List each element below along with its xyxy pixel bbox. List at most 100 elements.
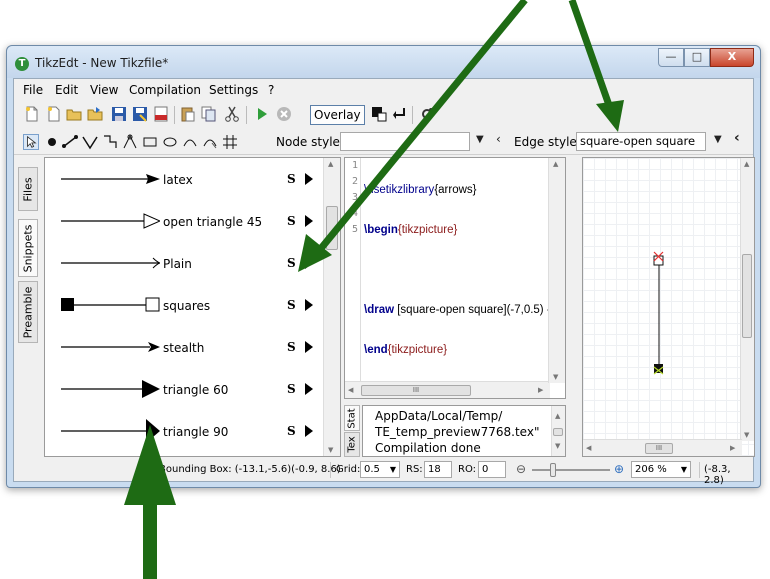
scroll-down-icon[interactable]: ▼ — [553, 373, 558, 381]
snippet-insert-icon[interactable] — [305, 173, 313, 185]
snippet-insert-icon[interactable] — [305, 299, 313, 311]
snippet-style-button[interactable]: S — [287, 424, 296, 438]
grid-select[interactable]: 0.5 ▼ — [360, 461, 400, 478]
node-style-input[interactable] — [340, 132, 470, 151]
snippet-insert-icon[interactable] — [305, 341, 313, 353]
settings-icon[interactable] — [419, 106, 435, 122]
title-bar[interactable]: T TikzEdt - New Tikzfile* — □ X — [7, 46, 760, 78]
snippet-style-button[interactable]: S — [287, 382, 296, 396]
snippet-row[interactable]: stealth S — [45, 326, 321, 368]
edge-style-input[interactable]: square-open square — [576, 132, 706, 151]
return-icon[interactable] — [391, 106, 407, 122]
scrollbar-thumb[interactable] — [326, 206, 338, 250]
export-pdf-icon[interactable] — [153, 106, 169, 122]
snippet-style-button[interactable]: S — [287, 298, 296, 312]
snippets-scrollbar[interactable]: ▲ ▼ — [323, 158, 340, 456]
tab-snippets[interactable]: Snippets — [18, 219, 38, 277]
menu-help[interactable]: ? — [268, 83, 274, 97]
edge-style-dropdown-icon[interactable]: ▼ — [714, 134, 722, 145]
tab-stat[interactable]: Stat — [344, 405, 360, 431]
snippet-row[interactable]: latex S — [45, 158, 321, 200]
new-file-icon[interactable] — [24, 106, 40, 122]
scroll-left-icon[interactable]: ◀ — [586, 444, 591, 452]
scroll-down-icon[interactable]: ▼ — [744, 431, 749, 439]
node-icon[interactable] — [44, 134, 60, 150]
snippet-style-button[interactable]: S — [287, 214, 296, 228]
open-square-end[interactable] — [653, 255, 664, 266]
menu-compilation[interactable]: Compilation — [129, 83, 201, 97]
tab-tex[interactable]: Tex — [344, 432, 360, 457]
zoom-in-icon[interactable]: ⊕ — [614, 462, 624, 476]
scroll-right-icon[interactable]: ▶ — [730, 444, 735, 452]
snippet-insert-icon[interactable] — [305, 257, 313, 269]
scroll-down-icon[interactable]: ▼ — [328, 446, 333, 454]
snippet-row[interactable]: squares S — [45, 284, 321, 326]
zoom-out-icon[interactable]: ⊖ — [516, 462, 526, 476]
editor-horizontal-scrollbar[interactable]: ◀ III ▶ — [345, 381, 550, 398]
menu-view[interactable]: View — [90, 83, 118, 97]
copy-icon[interactable] — [201, 106, 217, 122]
preview-canvas[interactable]: ▲ ▼ ◀ III ▶ — [582, 157, 755, 457]
select-icon[interactable] — [23, 134, 39, 150]
open-folder-icon[interactable] — [66, 106, 82, 122]
scroll-left-icon[interactable]: ◀ — [348, 386, 353, 394]
preview-vertical-scrollbar[interactable]: ▲ ▼ — [740, 158, 754, 441]
editor-vertical-scrollbar[interactable]: ▲ ▼ — [548, 158, 565, 383]
edge-style-back-icon[interactable]: ‹ — [734, 130, 740, 146]
stop-icon[interactable] — [276, 106, 292, 122]
paste-icon[interactable] — [180, 106, 196, 122]
snippet-insert-icon[interactable] — [305, 425, 313, 437]
close-button[interactable]: X — [710, 48, 754, 67]
edge-icon[interactable] — [62, 134, 78, 150]
snippet-insert-icon[interactable] — [305, 383, 313, 395]
scrollbar-thumb[interactable] — [742, 254, 752, 338]
scroll-right-icon[interactable]: ▶ — [538, 386, 543, 394]
rs-input[interactable]: 18 — [424, 461, 452, 478]
node-style-back-icon[interactable]: ‹ — [496, 132, 501, 146]
snippet-row[interactable]: open triangle 45 S — [45, 200, 321, 242]
path-icon[interactable] — [82, 134, 98, 150]
snippet-row[interactable]: Plain S — [45, 242, 321, 284]
snippet-row[interactable]: triangle 60 S — [45, 368, 321, 410]
tab-files[interactable]: Files — [18, 167, 38, 211]
menu-file[interactable]: File — [23, 83, 43, 97]
arc-icon[interactable] — [182, 134, 198, 150]
new-icon[interactable] — [45, 106, 61, 122]
zoom-slider-track[interactable] — [532, 469, 610, 471]
overlay-color-icon[interactable] — [371, 106, 387, 122]
snippet-style-button[interactable]: S — [287, 172, 296, 186]
scrollbar-thumb[interactable]: III — [361, 385, 471, 396]
node-style-dropdown-icon[interactable]: ▼ — [476, 134, 484, 145]
scroll-down-icon[interactable]: ▼ — [555, 438, 560, 454]
overlay-button[interactable]: Overlay — [310, 105, 365, 125]
code-text[interactable]: \usetikzlibrary{arrows} \begin{tikzpictu… — [364, 158, 555, 382]
menu-edit[interactable]: Edit — [55, 83, 78, 97]
minimize-button[interactable]: — — [658, 48, 684, 67]
ellipse-icon[interactable] — [162, 134, 178, 150]
open-icon[interactable] — [87, 106, 103, 122]
preview-drawing[interactable] — [583, 158, 755, 457]
snippet-style-button[interactable]: S — [287, 340, 296, 354]
code-editor[interactable]: 1 2 3 4 5 \usetikzlibrary{arrows} \begin… — [344, 157, 566, 399]
cut-icon[interactable] — [224, 106, 240, 122]
save-as-icon[interactable] — [132, 106, 148, 122]
tab-preamble[interactable]: Preamble — [18, 281, 38, 343]
snippet-row[interactable]: triangle 90 S — [45, 410, 321, 452]
zoom-slider-thumb[interactable] — [550, 463, 556, 477]
output-scrollbar[interactable]: ▲ ▼ — [551, 406, 565, 456]
snippet-insert-icon[interactable] — [305, 215, 313, 227]
arc-edit-icon[interactable] — [202, 134, 218, 150]
scrollbar-thumb[interactable]: III — [645, 443, 673, 454]
maximize-button[interactable]: □ — [684, 48, 710, 67]
bezier-icon[interactable] — [122, 134, 138, 150]
scrollbar-thumb[interactable] — [553, 428, 563, 436]
preview-horizontal-scrollbar[interactable]: ◀ III ▶ — [583, 439, 742, 456]
compile-icon[interactable] — [254, 106, 270, 122]
rectangle-icon[interactable] — [142, 134, 158, 150]
scroll-up-icon[interactable]: ▲ — [553, 160, 558, 168]
ro-input[interactable]: 0 — [478, 461, 506, 478]
grid-icon[interactable] — [222, 134, 238, 150]
scroll-up-icon[interactable]: ▲ — [744, 160, 749, 168]
smooth-path-icon[interactable] — [102, 134, 118, 150]
scroll-up-icon[interactable]: ▲ — [328, 160, 333, 168]
